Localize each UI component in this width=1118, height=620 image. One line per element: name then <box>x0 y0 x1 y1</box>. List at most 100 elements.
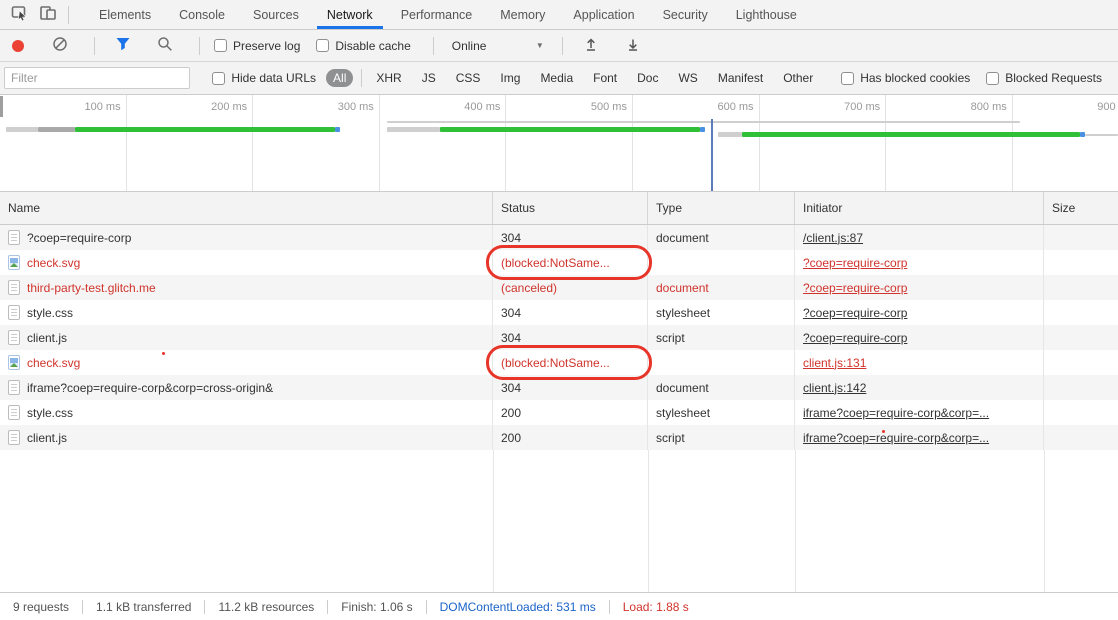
type-filter-manifest[interactable]: Manifest <box>708 69 773 87</box>
panel-tabs: ElementsConsoleSourcesNetworkPerformance… <box>85 0 811 29</box>
has-blocked-cookies-checkbox[interactable]: Has blocked cookies <box>841 71 970 85</box>
type-filter-media[interactable]: Media <box>530 69 583 87</box>
timeline-tick-label: 500 ms <box>506 95 633 191</box>
initiator-link[interactable]: ?coep=require-corp <box>803 256 907 270</box>
inspect-cursor-icon <box>11 4 29 25</box>
type-filter-all[interactable]: All <box>326 69 353 87</box>
timeline-ticks: 100 ms200 ms300 ms400 ms500 ms600 ms700 … <box>0 95 1118 191</box>
record-network-log-button[interactable] <box>12 40 24 52</box>
column-header-name[interactable]: Name <box>0 192 493 224</box>
upload-arrow-icon <box>583 36 599 55</box>
column-header-status[interactable]: Status <box>493 192 648 224</box>
tab-elements[interactable]: Elements <box>85 0 165 29</box>
tab-performance[interactable]: Performance <box>387 0 487 29</box>
preserve-log-checkbox[interactable]: Preserve log <box>214 39 300 53</box>
column-header-initiator[interactable]: Initiator <box>795 192 1044 224</box>
type-cell <box>648 350 795 375</box>
toggle-device-toolbar-button[interactable] <box>34 2 62 28</box>
status-cell: 304 <box>493 325 648 350</box>
tab-network[interactable]: Network <box>313 0 387 29</box>
table-row[interactable]: check.svg (blocked:NotSame... ?coep=requ… <box>0 250 1118 275</box>
request-name: check.svg <box>27 356 80 370</box>
table-row[interactable]: client.js 200 script iframe?coep=require… <box>0 425 1118 450</box>
table-header-row: Name Status Type Initiator Size <box>0 192 1118 225</box>
type-filter-font[interactable]: Font <box>583 69 627 87</box>
status-text: (canceled) <box>501 281 557 295</box>
inspect-element-button[interactable] <box>6 2 34 28</box>
tab-application[interactable]: Application <box>559 0 648 29</box>
overview-timeline[interactable]: 100 ms200 ms300 ms400 ms500 ms600 ms700 … <box>0 95 1118 192</box>
overview-resize-handle[interactable] <box>0 96 3 117</box>
filter-toggle-button[interactable] <box>109 33 137 59</box>
waterfall-bar-segment <box>700 127 705 132</box>
request-name: check.svg <box>27 256 80 270</box>
type-filter-doc[interactable]: Doc <box>627 69 668 87</box>
type-filter-img[interactable]: Img <box>490 69 530 87</box>
table-row[interactable]: ?coep=require-corp 304 document /client.… <box>0 225 1118 250</box>
import-har-button[interactable] <box>577 33 605 59</box>
type-filter-ws[interactable]: WS <box>668 69 707 87</box>
table-row[interactable]: client.js 304 script ?coep=require-corp <box>0 325 1118 350</box>
transferred-size: 1.1 kB transferred <box>82 600 204 614</box>
type-filter-css[interactable]: CSS <box>446 69 491 87</box>
initiator-link[interactable]: ?coep=require-corp <box>803 331 907 345</box>
document-file-icon <box>8 380 20 395</box>
search-icon <box>157 36 173 55</box>
table-row[interactable]: iframe?coep=require-corp&corp=cross-orig… <box>0 375 1118 400</box>
image-file-icon <box>8 355 20 370</box>
initiator-cell: client.js:131 <box>795 350 1044 375</box>
size-cell <box>1044 250 1118 275</box>
type-cell: stylesheet <box>648 300 795 325</box>
hide-data-urls-checkbox[interactable]: Hide data URLs <box>212 71 316 85</box>
requests-table: Name Status Type Initiator Size ?coep=re… <box>0 192 1118 592</box>
type-filter-other[interactable]: Other <box>773 69 823 87</box>
tab-console[interactable]: Console <box>165 0 239 29</box>
throttling-select[interactable]: Online ▼ <box>452 39 544 53</box>
request-name: third-party-test.glitch.me <box>27 281 156 295</box>
name-cell: style.css <box>0 400 493 425</box>
initiator-cell: iframe?coep=require-corp&corp=... <box>795 425 1044 450</box>
waterfall-bar-segment <box>718 132 742 137</box>
export-har-button[interactable] <box>619 33 647 59</box>
tab-lighthouse[interactable]: Lighthouse <box>722 0 811 29</box>
tab-memory[interactable]: Memory <box>486 0 559 29</box>
column-header-type[interactable]: Type <box>648 192 795 224</box>
initiator-link[interactable]: iframe?coep=require-corp&corp=... <box>803 406 989 420</box>
initiator-link[interactable]: /client.js:87 <box>803 231 863 245</box>
column-header-size[interactable]: Size <box>1044 192 1118 224</box>
resource-type-filters: All XHRJSCSSImgMediaFontDocWSManifestOthe… <box>322 69 823 87</box>
type-text: document <box>656 231 709 245</box>
table-row[interactable]: third-party-test.glitch.me (canceled) do… <box>0 275 1118 300</box>
type-filter-xhr[interactable]: XHR <box>366 69 411 87</box>
filter-input[interactable] <box>4 67 190 89</box>
type-text: document <box>656 381 709 395</box>
finish-time: Finish: 1.06 s <box>327 600 425 614</box>
status-cell: 200 <box>493 425 648 450</box>
disable-cache-checkbox[interactable]: Disable cache <box>316 39 410 53</box>
type-cell: stylesheet <box>648 400 795 425</box>
initiator-link[interactable]: client.js:131 <box>803 356 866 370</box>
name-cell: client.js <box>0 325 493 350</box>
initiator-link[interactable]: iframe?coep=require-corp&corp=... <box>803 431 989 445</box>
status-cell: (canceled) <box>493 275 648 300</box>
table-row[interactable]: check.svg (blocked:NotSame... client.js:… <box>0 350 1118 375</box>
status-cell: 200 <box>493 400 648 425</box>
checkbox-icon <box>316 39 329 52</box>
resources-size: 11.2 kB resources <box>204 600 327 614</box>
waterfall-bar-segment <box>75 127 335 132</box>
tab-sources[interactable]: Sources <box>239 0 313 29</box>
type-filter-js[interactable]: JS <box>412 69 446 87</box>
tab-security[interactable]: Security <box>649 0 722 29</box>
initiator-link[interactable]: client.js:142 <box>803 381 866 395</box>
search-button[interactable] <box>151 33 179 59</box>
initiator-cell: iframe?coep=require-corp&corp=... <box>795 400 1044 425</box>
initiator-link[interactable]: ?coep=require-corp <box>803 281 907 295</box>
status-text: (blocked:NotSame... <box>501 256 610 270</box>
table-row[interactable]: style.css 200 stylesheet iframe?coep=req… <box>0 400 1118 425</box>
blocked-requests-checkbox[interactable]: Blocked Requests <box>986 71 1102 85</box>
table-row[interactable]: style.css 304 stylesheet ?coep=require-c… <box>0 300 1118 325</box>
status-text: 304 <box>501 331 521 345</box>
request-name: client.js <box>27 331 67 345</box>
initiator-link[interactable]: ?coep=require-corp <box>803 306 907 320</box>
clear-network-log-button[interactable] <box>46 33 74 59</box>
